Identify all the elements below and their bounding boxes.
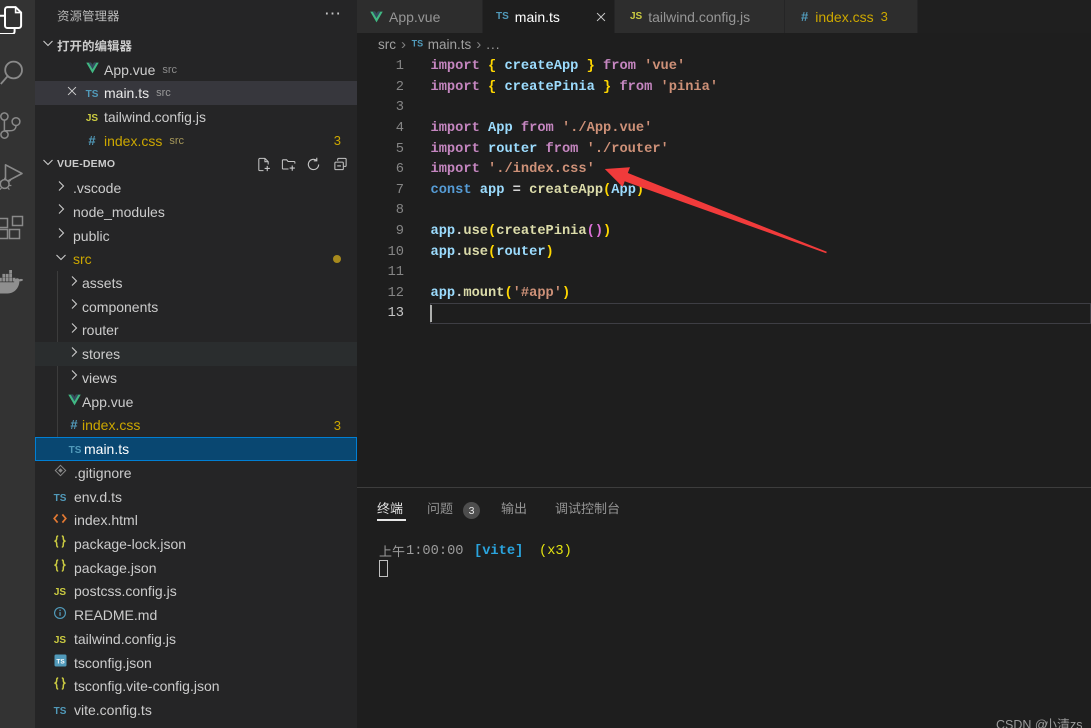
svg-text:TS: TS (56, 658, 65, 665)
